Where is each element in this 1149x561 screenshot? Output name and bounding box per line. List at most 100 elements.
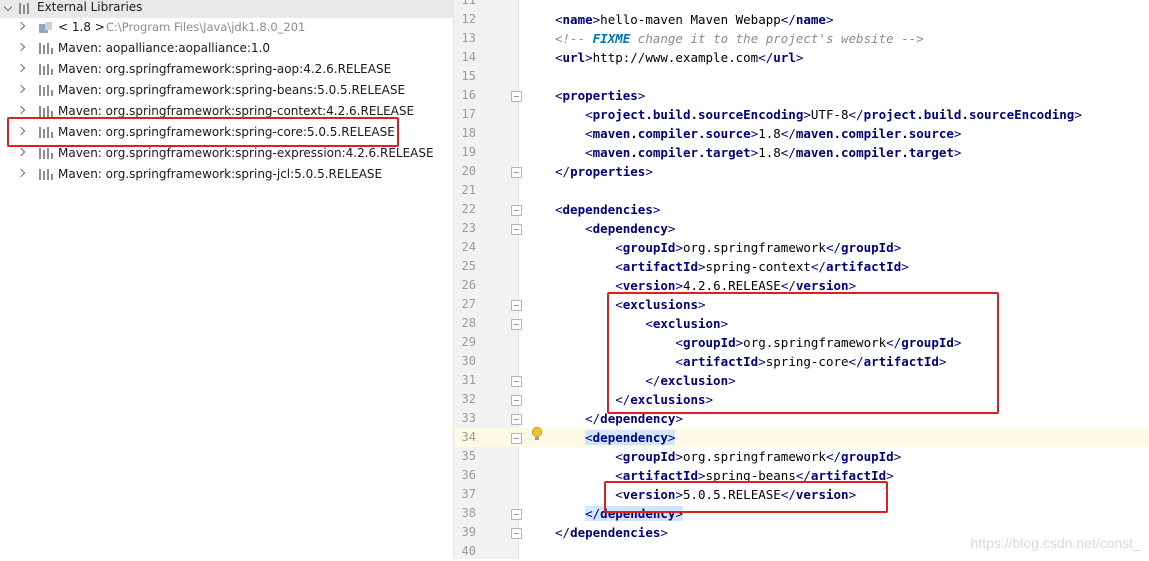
jdk-icon — [39, 22, 53, 33]
code-text: <dependency> — [585, 221, 676, 236]
code-text: <groupId>org.springframework</groupId> — [615, 449, 902, 464]
tree-item-label: Maven: org.springframework:spring-beans:… — [58, 83, 406, 97]
fold-marker-icon[interactable] — [511, 433, 522, 444]
chevron-right-icon[interactable] — [16, 126, 26, 136]
code-line[interactable]: 18 <maven.compiler.source>1.8</maven.com… — [454, 124, 1149, 143]
library-icon — [39, 64, 53, 75]
code-text: <artifactId>spring-beans</artifactId> — [615, 468, 894, 483]
tree-item[interactable]: < 1.8 > C:\Program Files\Java\jdk1.8.0_20… — [0, 17, 453, 37]
library-icon — [39, 43, 53, 54]
chevron-right-icon[interactable] — [16, 168, 26, 178]
fold-marker-icon[interactable] — [511, 509, 522, 520]
code-line[interactable]: 22 <dependencies> — [454, 200, 1149, 219]
tree-item-path: C:\Program Files\Java\jdk1.8.0_201 — [106, 20, 306, 34]
code-line[interactable]: 34 <dependency> — [454, 428, 1149, 447]
code-line[interactable]: 14 <url>http://www.example.com</url> — [454, 48, 1149, 67]
tree-item[interactable]: Maven: org.springframework:spring-beans:… — [0, 80, 453, 100]
chevron-down-icon[interactable] — [3, 2, 13, 12]
tree-item-label: Maven: aopalliance:aopalliance:1.0 — [58, 41, 271, 55]
line-number: 18 — [461, 126, 476, 140]
code-text: <maven.compiler.source>1.8</maven.compil… — [585, 126, 962, 141]
library-icon — [39, 148, 53, 159]
code-line[interactable]: 30 <artifactId>spring-core</artifactId> — [454, 352, 1149, 371]
tree-item[interactable]: Maven: org.springframework:spring-expres… — [0, 143, 453, 163]
code-line[interactable]: 26 <version>4.2.6.RELEASE</version> — [454, 276, 1149, 295]
chevron-right-icon[interactable] — [16, 42, 26, 52]
code-line[interactable]: 21 — [454, 181, 1149, 200]
code-line[interactable]: 24 <groupId>org.springframework</groupId… — [454, 238, 1149, 257]
line-number: 24 — [461, 240, 476, 254]
fold-marker-icon[interactable] — [511, 91, 522, 102]
line-number: 32 — [461, 392, 476, 406]
watermark: https://blog.csdn.net/const_ — [970, 535, 1141, 551]
line-number: 39 — [461, 525, 476, 539]
fold-marker-icon[interactable] — [511, 167, 522, 178]
chevron-right-icon[interactable] — [16, 21, 26, 31]
tree-root-row[interactable]: External Libraries — [0, 0, 453, 18]
fold-marker-icon[interactable] — [511, 319, 522, 330]
code-text: </dependency> — [585, 411, 683, 426]
code-editor[interactable]: 11 12 <name>hello-maven Maven Webapp</name… — [454, 0, 1149, 559]
line-number: 26 — [461, 278, 476, 292]
tree-item[interactable]: Maven: org.springframework:spring-jcl:5.… — [0, 164, 453, 184]
tree-item[interactable]: Maven: org.springframework:spring-core:5… — [0, 122, 453, 142]
code-line[interactable]: 33 </dependency> — [454, 409, 1149, 428]
code-text: <artifactId>spring-core</artifactId> — [675, 354, 947, 369]
code-line[interactable]: 16 <properties> — [454, 86, 1149, 105]
line-number: 31 — [461, 373, 476, 387]
code-text: <dependency> — [585, 430, 676, 445]
fold-marker-icon[interactable] — [511, 414, 522, 425]
chevron-right-icon[interactable] — [16, 105, 26, 115]
lightbulb-icon[interactable] — [532, 427, 542, 440]
chevron-right-icon[interactable] — [16, 84, 26, 94]
code-line[interactable]: 25 <artifactId>spring-context</artifactI… — [454, 257, 1149, 276]
code-line[interactable]: 15 — [454, 67, 1149, 86]
code-line[interactable]: 17 <project.build.sourceEncoding>UTF-8</… — [454, 105, 1149, 124]
fold-marker-icon[interactable] — [511, 205, 522, 216]
code-line[interactable]: 23 <dependency> — [454, 219, 1149, 238]
line-number: 30 — [461, 354, 476, 368]
fold-marker-icon[interactable] — [511, 224, 522, 235]
line-number: 11 — [461, 0, 476, 7]
code-line[interactable]: 28 <exclusion> — [454, 314, 1149, 333]
code-text: <project.build.sourceEncoding>UTF-8</pro… — [585, 107, 1082, 122]
line-number: 19 — [461, 145, 476, 159]
line-number: 34 — [461, 430, 476, 444]
tree-item[interactable]: Maven: org.springframework:spring-contex… — [0, 101, 453, 121]
code-line[interactable]: 12 <name>hello-maven Maven Webapp</name> — [454, 10, 1149, 29]
line-number: 29 — [461, 335, 476, 349]
line-number: 38 — [461, 506, 476, 520]
code-line[interactable]: 36 <artifactId>spring-beans</artifactId> — [454, 466, 1149, 485]
tree-item[interactable]: Maven: aopalliance:aopalliance:1.0 — [0, 38, 453, 58]
code-line[interactable]: 35 <groupId>org.springframework</groupId… — [454, 447, 1149, 466]
code-line[interactable]: 29 <groupId>org.springframework</groupId… — [454, 333, 1149, 352]
code-line[interactable]: 32 </exclusions> — [454, 390, 1149, 409]
code-line[interactable]: 37 <version>5.0.5.RELEASE</version> — [454, 485, 1149, 504]
fold-marker-icon[interactable] — [511, 300, 522, 311]
code-text: <properties> — [555, 88, 646, 103]
library-icon — [39, 85, 53, 96]
code-line[interactable]: 19 <maven.compiler.target>1.8</maven.com… — [454, 143, 1149, 162]
code-line[interactable]: 38 </dependency> — [454, 504, 1149, 523]
line-number: 12 — [461, 12, 476, 26]
code-line[interactable]: 20 </properties> — [454, 162, 1149, 181]
code-text: </dependencies> — [555, 525, 668, 540]
tree-item[interactable]: Maven: org.springframework:spring-aop:4.… — [0, 59, 453, 79]
code-text: <groupId>org.springframework</groupId> — [675, 335, 962, 350]
tree-item-label: Maven: org.springframework:spring-core:5… — [58, 125, 395, 139]
code-line[interactable]: 11 — [454, 0, 1149, 10]
chevron-right-icon[interactable] — [16, 147, 26, 157]
code-line[interactable]: 13 <!-- FIXME change it to the project's … — [454, 29, 1149, 48]
code-line[interactable]: 27 <exclusions> — [454, 295, 1149, 314]
code-text: <artifactId>spring-context</artifactId> — [615, 259, 909, 274]
library-icon — [39, 127, 53, 138]
line-number: 16 — [461, 88, 476, 102]
line-number: 14 — [461, 50, 476, 64]
fold-marker-icon[interactable] — [511, 528, 522, 539]
chevron-right-icon[interactable] — [16, 63, 26, 73]
line-number: 25 — [461, 259, 476, 273]
code-line[interactable]: 31 </exclusion> — [454, 371, 1149, 390]
fold-marker-icon[interactable] — [511, 376, 522, 387]
fold-marker-icon[interactable] — [511, 395, 522, 406]
line-number: 22 — [461, 202, 476, 216]
